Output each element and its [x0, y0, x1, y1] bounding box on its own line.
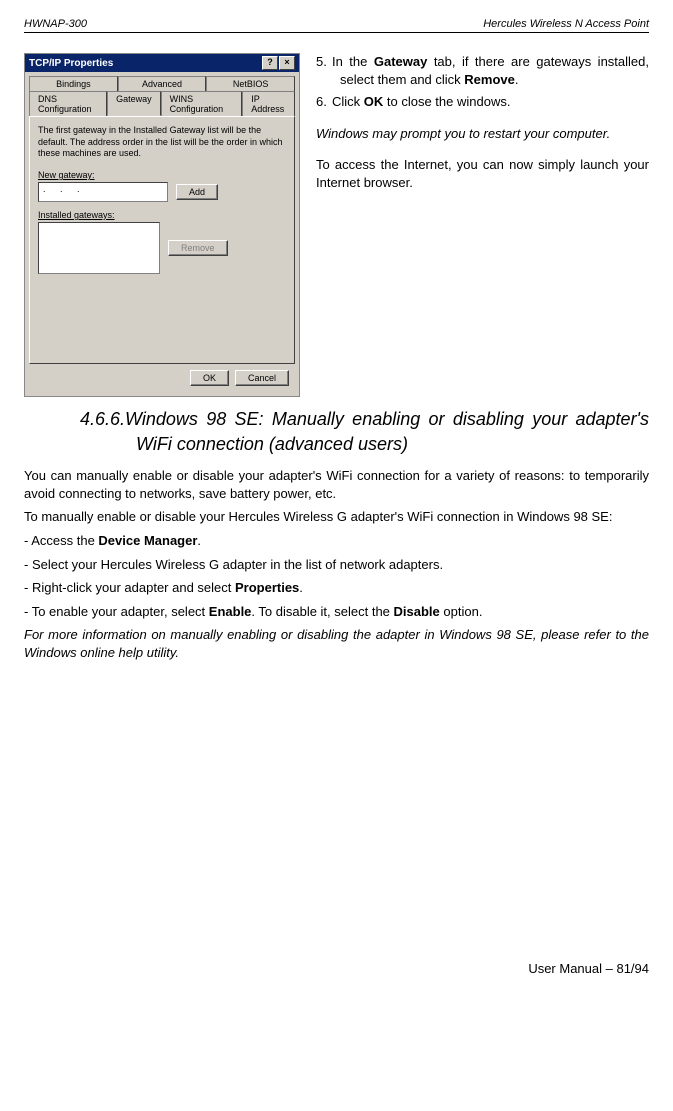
tab-dns[interactable]: DNS Configuration	[29, 91, 107, 116]
add-button[interactable]: Add	[176, 184, 218, 200]
step-6: 6.Click OK to close the windows.	[316, 93, 649, 111]
more-info-paragraph: For more information on manually enablin…	[24, 626, 649, 661]
dialog-title: TCP/IP Properties	[29, 58, 113, 69]
section-number: 4.6.6.	[80, 409, 125, 429]
bullet-3: - Right-click your adapter and select Pr…	[24, 579, 649, 597]
tab-ip[interactable]: IP Address	[242, 91, 295, 116]
page-header: HWNAP-300 Hercules Wireless N Access Poi…	[24, 18, 649, 33]
page-footer: User Manual – 81/94	[24, 961, 649, 976]
help-icon[interactable]: ?	[262, 56, 278, 70]
cancel-button[interactable]: Cancel	[235, 370, 289, 386]
howto-paragraph: To manually enable or disable your Hercu…	[24, 508, 649, 526]
tab-netbios[interactable]: NetBIOS	[206, 76, 295, 91]
restart-note: Windows may prompt you to restart your c…	[316, 125, 649, 143]
remove-button[interactable]: Remove	[168, 240, 228, 256]
instruction-text: 5.In the Gateway tab, if there are gatew…	[316, 53, 649, 397]
step-5: 5.In the Gateway tab, if there are gatew…	[316, 53, 649, 89]
installed-gateways-list[interactable]	[38, 222, 160, 274]
header-left: HWNAP-300	[24, 18, 87, 30]
bullet-4: - To enable your adapter, select Enable.…	[24, 603, 649, 621]
bullet-1: - Access the Device Manager.	[24, 532, 649, 550]
tab-bindings[interactable]: Bindings	[29, 76, 118, 91]
tab-advanced[interactable]: Advanced	[118, 76, 207, 91]
header-right: Hercules Wireless N Access Point	[483, 18, 649, 30]
browser-note: To access the Internet, you can now simp…	[316, 156, 649, 192]
new-gateway-label: New gateway:	[38, 170, 286, 180]
tab-gateway[interactable]: Gateway	[107, 91, 161, 116]
bullet-2: - Select your Hercules Wireless G adapte…	[24, 556, 649, 574]
dialog-titlebar: TCP/IP Properties ? ×	[25, 54, 299, 72]
installed-gateways-label: Installed gateways:	[38, 210, 286, 220]
tab-wins[interactable]: WINS Configuration	[161, 91, 243, 116]
panel-description: The first gateway in the Installed Gatew…	[38, 125, 286, 160]
ok-button[interactable]: OK	[190, 370, 229, 386]
body-content: You can manually enable or disable your …	[24, 467, 649, 661]
section-heading: 4.6.6.Windows 98 SE: Manually enabling o…	[80, 407, 649, 457]
screenshot-dialog: TCP/IP Properties ? × Bindings Advanced …	[24, 53, 300, 397]
section-title: Windows 98 SE: Manually enabling or disa…	[125, 409, 649, 454]
intro-paragraph: You can manually enable or disable your …	[24, 467, 649, 502]
ip-input[interactable]: . . .	[38, 182, 168, 202]
close-icon[interactable]: ×	[279, 56, 295, 70]
